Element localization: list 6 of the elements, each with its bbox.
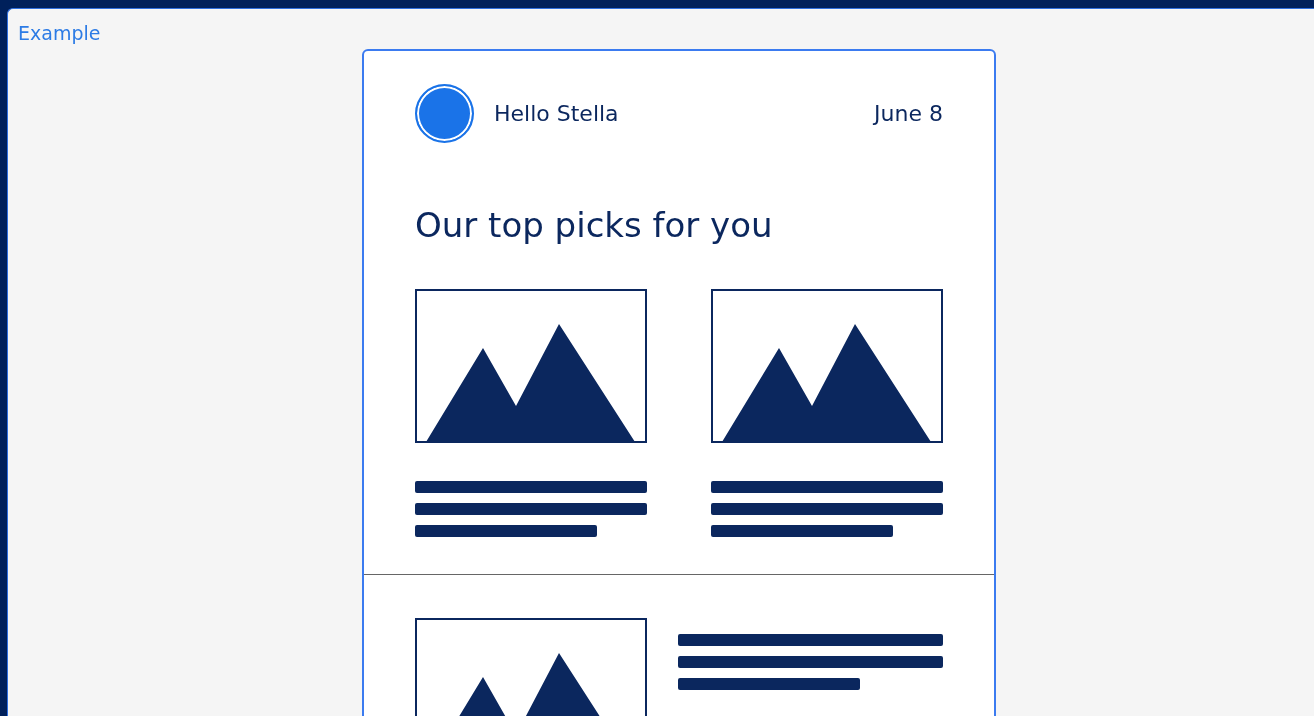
image-placeholder-icon (711, 289, 943, 443)
date-text: June 8 (874, 101, 943, 126)
greeting-text: Hello Stella (494, 101, 620, 126)
heading: Our top picks for you (415, 205, 774, 245)
example-label: Example (18, 21, 101, 45)
image-placeholder-icon (415, 289, 647, 443)
